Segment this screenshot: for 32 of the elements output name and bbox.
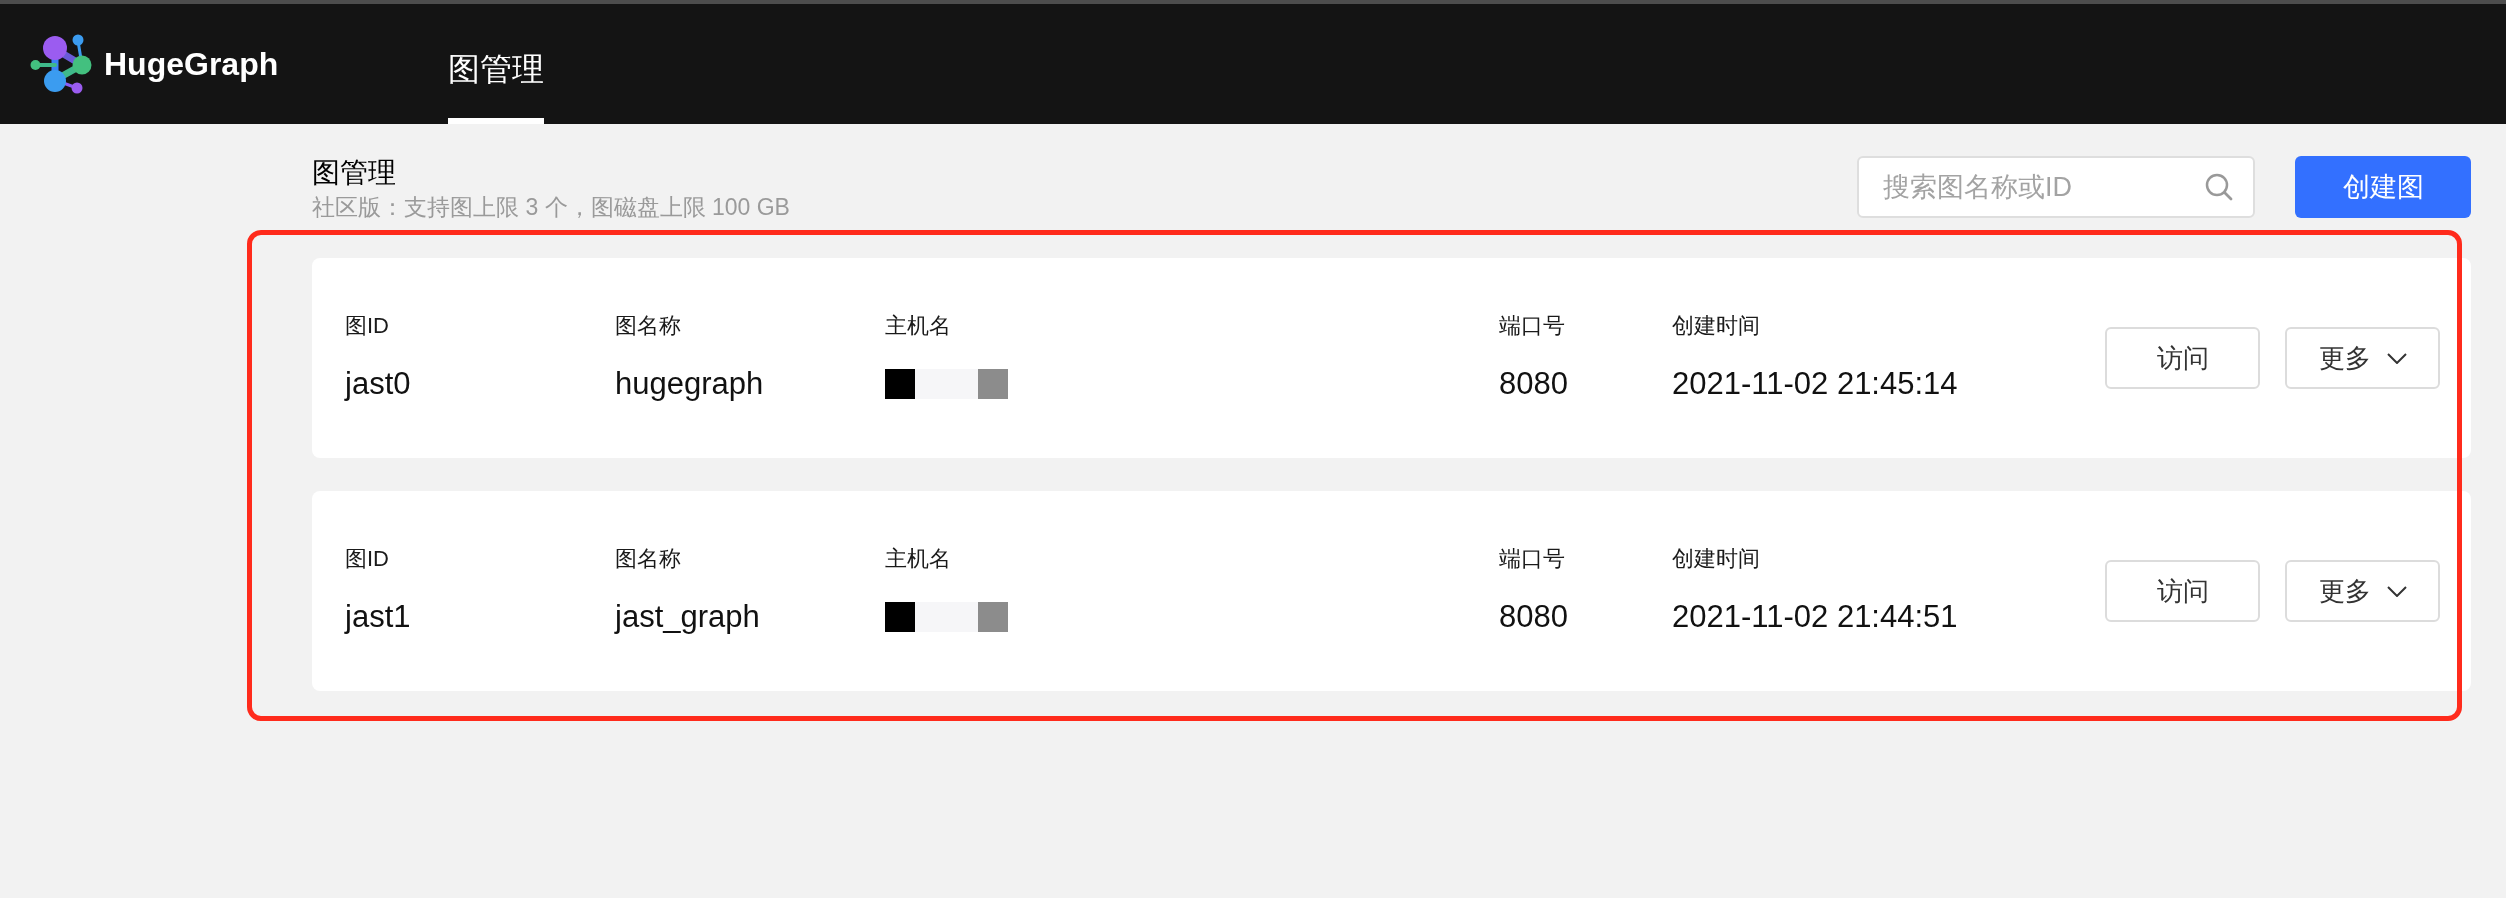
logo-text: HugeGraph	[104, 45, 279, 84]
field-value: jast1	[345, 598, 411, 636]
chevron-down-icon	[2386, 585, 2407, 597]
search-icon[interactable]	[2205, 173, 2233, 201]
field-value: jast0	[345, 365, 411, 403]
nav-tab[interactable]: 图管理	[448, 4, 545, 124]
field-label: 端口号	[1499, 545, 1565, 573]
chevron-down-icon	[2386, 352, 2407, 364]
field-label: 主机名	[885, 312, 951, 340]
field-label: 图名称	[615, 545, 681, 573]
more-dropdown[interactable]: 更多	[2285, 327, 2440, 389]
field-label: 创建时间	[1672, 312, 1760, 340]
more-dropdown[interactable]: 更多	[2285, 560, 2440, 622]
field-value: 2021-11-02 21:45:14	[1672, 365, 1958, 403]
search-field[interactable]: 搜索图名称或ID	[1857, 156, 2255, 218]
field-label: 端口号	[1499, 312, 1565, 340]
field-value: 8080	[1499, 598, 1568, 636]
page-title: 图管理	[312, 156, 396, 190]
field-value: jast_graph	[615, 598, 760, 636]
field-value: 2021-11-02 21:44:51	[1672, 598, 1958, 636]
visit-button[interactable]: 访问	[2105, 327, 2260, 389]
field-label: 图ID	[345, 312, 389, 340]
field-label: 图ID	[345, 545, 389, 573]
field-label: 主机名	[885, 545, 951, 573]
field-label: 创建时间	[1672, 545, 1760, 573]
visit-button[interactable]: 访问	[2105, 560, 2260, 622]
logo-icon	[30, 34, 92, 94]
field-value: 8080	[1499, 365, 1568, 403]
page-subtitle: 社区版：支持图上限 3 个，图磁盘上限 100 GB	[312, 193, 790, 222]
field-label: 图名称	[615, 312, 681, 340]
create-graph-button[interactable]: 创建图	[2295, 156, 2471, 218]
field-value: hugegraph	[615, 365, 764, 403]
